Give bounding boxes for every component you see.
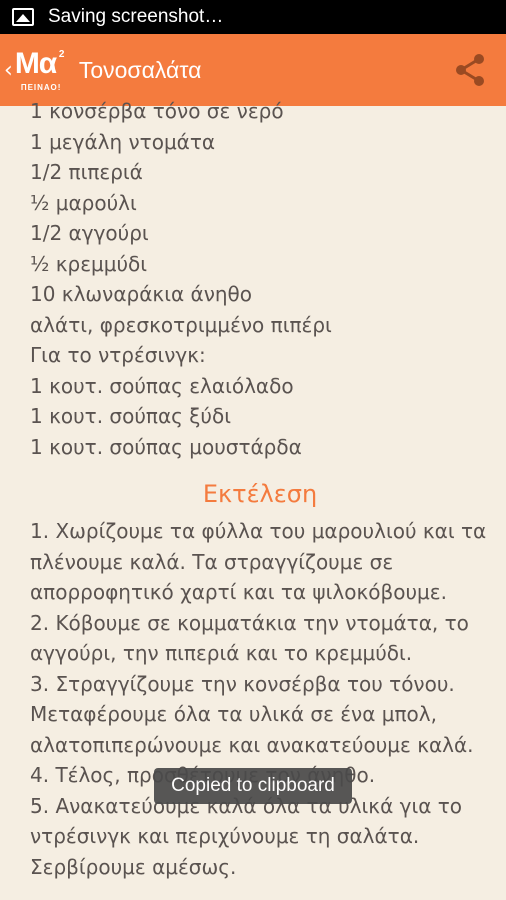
ingredient-item: 1 κουτ. σούπας ελαιόλαδο <box>30 373 294 398</box>
back-chevron-icon[interactable]: ‹ <box>4 58 13 83</box>
ingredient-item: 1 κουτ. σούπας μουστάρδα <box>30 434 302 459</box>
logo-text: Μα <box>14 47 57 80</box>
ingredient-item: αλάτι, φρεσκοτριμμένο πιπέρι <box>30 312 332 337</box>
ingredient-item: 1 κονσέρβα τόνο σε νερό <box>30 99 284 123</box>
ingredient-item: ½ μαρούλι <box>30 190 137 215</box>
ingredient-item: 1/2 αγγούρι <box>30 221 149 245</box>
ingredient-item: 10 κλωναράκια άνηθο <box>30 282 253 306</box>
ingredient-item: 1 μεγάλη ντομάτα <box>30 129 216 154</box>
image-icon <box>12 8 34 26</box>
status-bar: Saving screenshot… <box>0 0 506 34</box>
step-item: 2. Κόβουμε σε κομματάκια την ντομάτα, το… <box>30 610 469 666</box>
steps-list: 1. Χωρίζουμε τα φύλλα του μαρουλιού και … <box>30 516 490 882</box>
ingredient-item: 1 κουτ. σούπας ξύδι <box>30 404 231 428</box>
app-logo[interactable]: Μα 2 ΠΕΙΝΑΟ! <box>15 45 69 95</box>
ingredients-list: 1 κονσέρβα τόνο σε νερό 1 μεγάλη ντομάτα… <box>30 96 490 462</box>
share-icon[interactable] <box>452 52 488 88</box>
dressing-heading: Για το ντρέσινγκ: <box>30 343 206 367</box>
logo-superscript: 2 <box>58 49 65 60</box>
step-item: 3. Στραγγίζουμε την κονσέρβα του τόνου. … <box>30 671 474 757</box>
ingredient-item: 1/2 πιπεριά <box>30 160 143 184</box>
section-title: Εκτέλεση <box>202 480 318 508</box>
step-item: 1. Χωρίζουμε τα φύλλα του μαρουλιού και … <box>30 519 487 604</box>
logo-subtext: ΠΕΙΝΑΟ! <box>20 83 62 92</box>
toast-message: Copied to clipboard <box>154 768 352 804</box>
status-text: Saving screenshot… <box>48 6 224 27</box>
ingredient-item: ½ κρεμμύδι <box>30 251 148 276</box>
recipe-content: 1 κονσέρβα τόνο σε νερό 1 μεγάλη ντομάτα… <box>30 96 490 882</box>
step-item: 5. Ανακατεύουμε καλά όλα τα υλικά για το… <box>30 793 463 879</box>
page-title: Τονοσαλάτα <box>78 56 202 83</box>
